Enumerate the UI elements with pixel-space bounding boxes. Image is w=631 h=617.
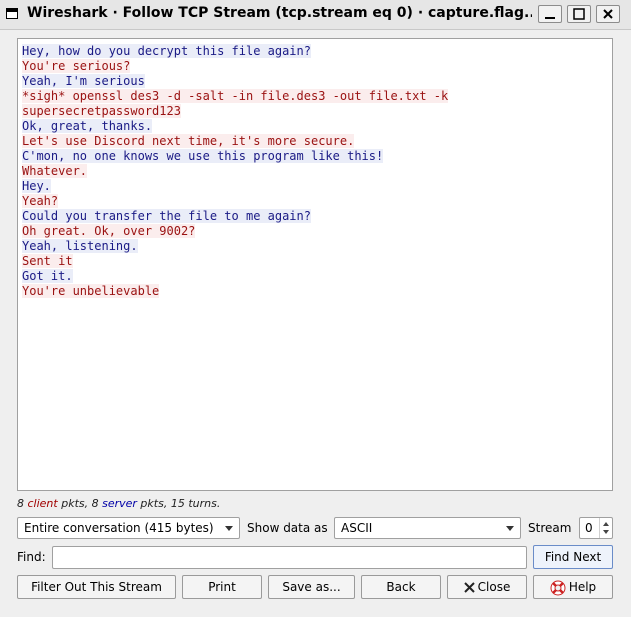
close-icon bbox=[603, 9, 613, 19]
help-lifebuoy-icon bbox=[550, 580, 566, 595]
help-button[interactable]: Help bbox=[533, 575, 613, 599]
client-message-line: C'mon, no one knows we use this program … bbox=[22, 149, 612, 164]
message-text: *sigh* openssl des3 -d -salt -in file.de… bbox=[22, 89, 449, 103]
message-text: supersecretpassword123 bbox=[22, 104, 181, 118]
print-label: Print bbox=[208, 580, 236, 594]
window-title: Wireshark · Follow TCP Stream (tcp.strea… bbox=[27, 5, 532, 21]
title-bar: Wireshark · Follow TCP Stream (tcp.strea… bbox=[0, 0, 631, 30]
message-text: Yeah, listening. bbox=[22, 239, 138, 253]
client-message-line: Hey, how do you decrypt this file again? bbox=[22, 44, 612, 59]
find-input[interactable] bbox=[52, 546, 527, 569]
print-button[interactable]: Print bbox=[182, 575, 262, 599]
server-message-line: You're unbelievable bbox=[22, 284, 612, 299]
message-text: Yeah? bbox=[22, 194, 59, 208]
find-label: Find: bbox=[17, 550, 46, 564]
show-data-select[interactable]: ASCII bbox=[334, 517, 521, 539]
server-message-line: You're serious? bbox=[22, 59, 612, 74]
stream-label: Stream bbox=[528, 521, 572, 535]
save-as-label: Save as... bbox=[282, 580, 341, 594]
message-text: Whatever. bbox=[22, 164, 88, 178]
save-as-button[interactable]: Save as... bbox=[268, 575, 355, 599]
message-text: Let's use Discord next time, it's more s… bbox=[22, 134, 355, 148]
stream-stats: 8 client pkts, 8 server pkts, 15 turns. bbox=[17, 497, 220, 510]
message-text: You're serious? bbox=[22, 59, 131, 73]
minimize-icon bbox=[545, 17, 555, 19]
client-message-line: Hey. bbox=[22, 179, 612, 194]
server-message-line: Let's use Discord next time, it's more s… bbox=[22, 134, 612, 149]
dropdown-arrow-icon bbox=[506, 526, 514, 531]
close-x-icon bbox=[463, 582, 475, 593]
message-text: Oh great. Ok, over 9002? bbox=[22, 224, 196, 238]
server-word: server bbox=[102, 497, 137, 510]
server-message-line: *sigh* openssl des3 -d -salt -in file.de… bbox=[22, 89, 612, 104]
message-text: Hey, how do you decrypt this file again? bbox=[22, 44, 311, 58]
spin-up-icon[interactable] bbox=[603, 522, 609, 526]
dropdown-arrow-icon bbox=[225, 526, 233, 531]
close-label: Close bbox=[477, 580, 511, 594]
server-message-line: Oh great. Ok, over 9002? bbox=[22, 224, 612, 239]
client-word: client bbox=[27, 497, 58, 510]
message-text: Ok, great, thanks. bbox=[22, 119, 153, 133]
back-label: Back bbox=[386, 580, 416, 594]
maximize-button[interactable] bbox=[567, 5, 591, 23]
message-text: Hey. bbox=[22, 179, 51, 193]
client-message-line: Yeah, listening. bbox=[22, 239, 612, 254]
client-message-line: Ok, great, thanks. bbox=[22, 119, 612, 134]
conversation-select-value: Entire conversation (415 bytes) bbox=[24, 521, 214, 535]
back-button[interactable]: Back bbox=[361, 575, 441, 599]
find-next-label: Find Next bbox=[544, 550, 602, 564]
window-close-button[interactable] bbox=[596, 5, 620, 23]
client-count: 8 bbox=[17, 497, 24, 510]
show-data-value: ASCII bbox=[341, 521, 373, 535]
stats-tail: pkts, 15 turns. bbox=[136, 497, 221, 510]
stream-text-area[interactable]: Hey, how do you decrypt this file again?… bbox=[17, 38, 613, 491]
client-message-line: Could you transfer the file to me again? bbox=[22, 209, 612, 224]
show-data-label: Show data as bbox=[247, 521, 328, 535]
spin-down-icon[interactable] bbox=[603, 530, 609, 534]
message-text: Could you transfer the file to me again? bbox=[22, 209, 311, 223]
message-text: You're unbelievable bbox=[22, 284, 160, 298]
server-message-line: Whatever. bbox=[22, 164, 612, 179]
message-text: Got it. bbox=[22, 269, 73, 283]
filter-out-label: Filter Out This Stream bbox=[31, 580, 162, 594]
close-button[interactable]: Close bbox=[447, 575, 527, 599]
client-message-line: Yeah, I'm serious bbox=[22, 74, 612, 89]
filter-out-stream-button[interactable]: Filter Out This Stream bbox=[17, 575, 176, 599]
maximize-icon bbox=[573, 8, 585, 20]
conversation-select[interactable]: Entire conversation (415 bytes) bbox=[17, 517, 240, 539]
window-icon bbox=[6, 8, 18, 19]
message-text: Yeah, I'm serious bbox=[22, 74, 145, 88]
message-text: C'mon, no one knows we use this program … bbox=[22, 149, 384, 163]
server-message-line: supersecretpassword123 bbox=[22, 104, 612, 119]
client-message-line: Got it. bbox=[22, 269, 612, 284]
help-label: Help bbox=[568, 580, 597, 594]
minimize-button[interactable] bbox=[538, 5, 562, 23]
server-message-line: Sent it bbox=[22, 254, 612, 269]
server-message-line: Yeah? bbox=[22, 194, 612, 209]
pkts-sep: pkts, bbox=[57, 497, 92, 510]
server-count: 8 bbox=[91, 497, 99, 510]
find-next-button[interactable]: Find Next bbox=[533, 545, 613, 569]
message-text: Sent it bbox=[22, 254, 73, 268]
stream-number-spinbox[interactable]: 0 bbox=[579, 517, 613, 539]
spinbox-divider bbox=[599, 518, 600, 538]
stream-number-value: 0 bbox=[585, 521, 593, 535]
